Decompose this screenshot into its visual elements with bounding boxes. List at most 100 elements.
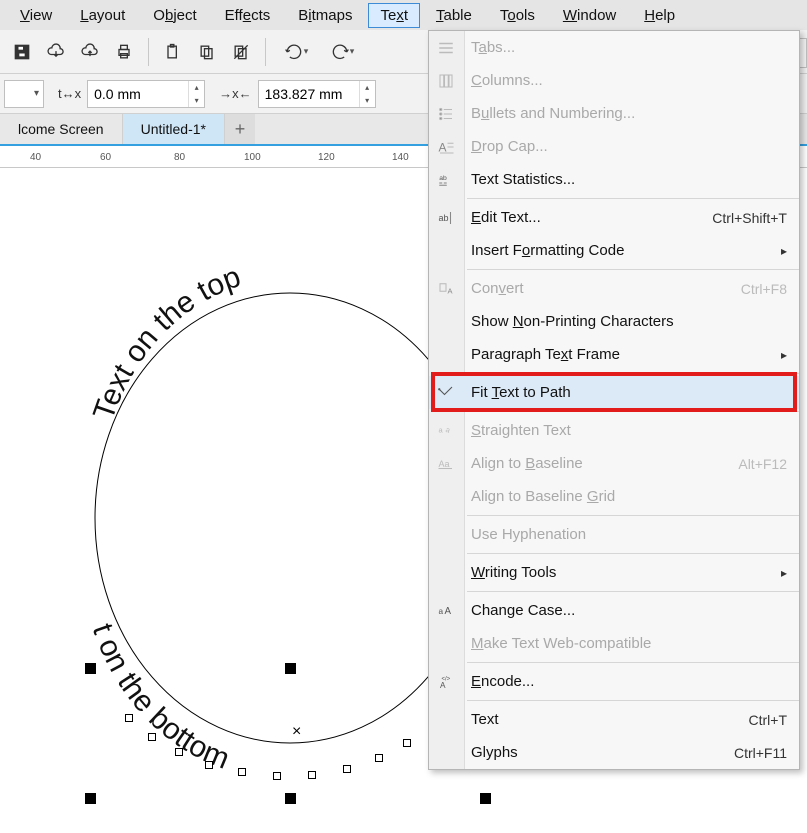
svg-text:A: A [445,606,452,617]
undo-split-button[interactable]: ▾ [274,36,318,68]
edit-icon: ab [435,207,457,229]
node-handle[interactable] [308,771,316,779]
menuitem-insert-formatting-code[interactable]: Insert Formatting Code▸ [429,234,799,267]
submenu-arrow-icon: ▸ [781,566,787,580]
menuitem-label: Align to Baseline [471,455,583,472]
straighten-icon: aa [435,420,457,442]
menuitem-change-case[interactable]: aAChange Case... [429,594,799,627]
text-on-bottom[interactable]: t on the bottom [86,619,234,775]
menuitem-glyphs[interactable]: GlyphsCtrl+F11 [429,736,799,769]
menu-object[interactable]: Object [141,3,208,28]
stats-icon: ab [435,169,457,191]
preset-dropdown[interactable]: ▾ [4,80,44,108]
menu-table[interactable]: Table [424,3,484,28]
selection-handle[interactable] [285,793,296,804]
redo-split-button[interactable]: ▾ [320,36,364,68]
node-handle[interactable] [238,768,246,776]
ruler-tick-80: 80 [174,152,185,163]
offset-x-input[interactable] [88,86,188,102]
menu-tools[interactable]: Tools [488,3,547,28]
cut-button[interactable] [225,36,257,68]
menuitem-tabs: Tabs... [429,31,799,64]
node-handle[interactable] [343,765,351,773]
paste-button[interactable] [157,36,189,68]
menu-effects[interactable]: Effects [213,3,283,28]
cloud-down-button[interactable] [40,36,72,68]
distance-spinner[interactable]: ▴▾ [359,81,375,107]
menuitem-label: Align to Baseline Grid [471,488,615,505]
menuitem-label: Use Hyphenation [471,526,586,543]
offset-x-spinner[interactable]: ▴▾ [188,81,204,107]
menuitem-label: Bullets and Numbering... [471,105,635,122]
submenu-arrow-icon: ▸ [781,244,787,258]
convert-icon: A [435,278,457,300]
node-handle[interactable] [403,739,411,747]
node-handle[interactable] [175,748,183,756]
menu-help[interactable]: Help [632,3,687,28]
tab-untitled-1[interactable]: Untitled-1* [123,114,225,144]
node-handle[interactable] [125,714,133,722]
copy-button[interactable] [191,36,223,68]
text-menu-dropdown: Tabs... Columns... Bullets and Numbering..… [428,30,800,770]
selection-handle[interactable] [480,793,491,804]
menuitem-shortcut: Ctrl+Shift+T [712,210,787,226]
menu-separator [467,373,799,374]
menu-separator [467,591,799,592]
menuitem-label: Drop Cap... [471,138,548,155]
ellipse-object[interactable]: Text on the top t on the bottom [60,238,460,738]
menuitem-label: Columns... [471,72,543,89]
menuitem-paragraph-text-frame[interactable]: Paragraph Text Frame▸ [429,338,799,371]
text-on-top[interactable]: Text on the top [87,260,245,424]
menuitem-label: Straighten Text [471,422,571,439]
menu-window[interactable]: Window [551,3,628,28]
cloud-up-button[interactable] [74,36,106,68]
distance-input[interactable] [259,86,359,102]
menuitem-columns: Columns... [429,64,799,97]
svg-text:a: a [444,424,452,434]
menuitem-edit-text[interactable]: abEdit Text...Ctrl+Shift+T [429,201,799,234]
selection-handle[interactable] [85,793,96,804]
menuitem-shortcut: Alt+F12 [738,456,787,472]
menu-separator [467,269,799,270]
bullets-icon [435,103,457,125]
menu-view[interactable]: View [8,3,64,28]
distance-field[interactable]: ▴▾ [258,80,376,108]
menuitem-label: Text Statistics... [471,171,575,188]
tab-welcome[interactable]: lcome Screen [0,114,123,144]
menu-bitmaps[interactable]: Bitmaps [286,3,364,28]
print-button[interactable] [108,36,140,68]
object-center-icon: × [292,723,301,741]
encode-icon: </>A [435,671,457,693]
menuitem-show-non-printing-characters[interactable]: Show Non-Printing Characters [429,305,799,338]
node-handle[interactable] [375,754,383,762]
menu-separator [467,700,799,701]
menu-text[interactable]: Text [368,3,420,28]
menu-layout[interactable]: Layout [68,3,137,28]
ruler-tick-120: 120 [318,152,335,163]
submenu-arrow-icon: ▸ [781,348,787,362]
menu-separator [467,553,799,554]
menuitem-writing-tools[interactable]: Writing Tools▸ [429,556,799,589]
menuitem-text-statistics[interactable]: ab Text Statistics... [429,163,799,196]
selection-handle[interactable] [285,663,296,674]
menubar: View Layout Object Effects Bitmaps Text … [0,0,807,30]
save-button[interactable] [6,36,38,68]
menuitem-use-hyphenation: Use Hyphenation [429,518,799,551]
menu-separator [467,515,799,516]
menuitem-fit-text-to-path[interactable]: Fit Text to Path [429,376,799,409]
menu-separator [467,662,799,663]
tabs-icon [435,37,457,59]
node-handle[interactable] [148,733,156,741]
menuitem-label: Convert [471,280,524,297]
node-handle[interactable] [205,761,213,769]
menuitem-drop-cap: ADrop Cap... [429,130,799,163]
offset-x-field[interactable]: ▴▾ [87,80,205,108]
menuitem-text[interactable]: TextCtrl+T [429,703,799,736]
node-handle[interactable] [273,772,281,780]
menuitem-encode[interactable]: </>AEncode... [429,665,799,698]
menuitem-shortcut: Ctrl+F11 [734,745,787,761]
menuitem-label: Text [471,711,499,728]
selection-handle[interactable] [85,663,96,674]
menuitem-label: Fit Text to Path [471,384,571,401]
add-tab-button[interactable]: + [225,114,255,144]
